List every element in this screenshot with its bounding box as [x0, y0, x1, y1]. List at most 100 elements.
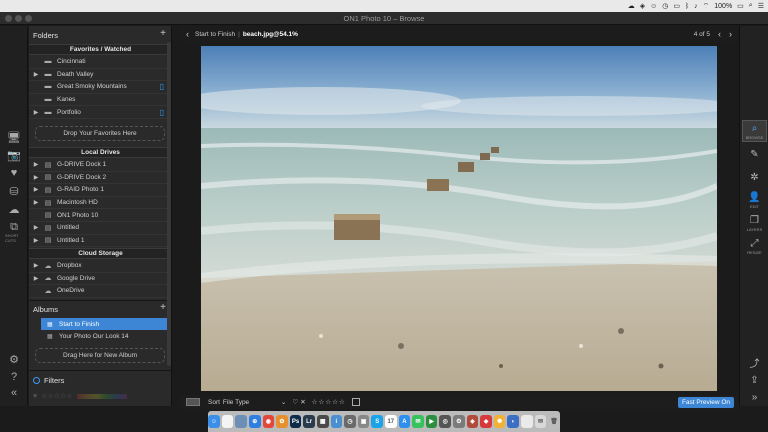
- timer-icon[interactable]: ◷: [662, 2, 668, 10]
- folder-row[interactable]: ▶ ▤ Untitled: [29, 222, 171, 235]
- dropbox-icon[interactable]: ◈: [640, 2, 645, 10]
- messages-icon[interactable]: ✉: [412, 415, 424, 428]
- camera-icon[interactable]: 📷: [5, 148, 23, 162]
- reject-x-icon[interactable]: ✕: [300, 398, 305, 406]
- expand-arrow-icon[interactable]: ▶: [31, 275, 41, 282]
- folder-row[interactable]: ▬ Cincinnati: [29, 56, 171, 69]
- folder-row[interactable]: ☁ OneDrive: [29, 285, 171, 298]
- album-item[interactable]: ▦ Your Photo Our Look 14: [41, 330, 170, 342]
- color-label-icon[interactable]: [351, 398, 360, 406]
- bluetooth-icon[interactable]: ᛒ: [685, 3, 689, 10]
- minimize-window-button[interactable]: [15, 15, 22, 22]
- shortcuts-icon[interactable]: ⧉ SHORT CUTS: [5, 220, 23, 244]
- facetime-icon[interactable]: ▶: [425, 415, 438, 428]
- expand-arrow-icon[interactable]: ▶: [31, 161, 41, 168]
- expand-arrow-icon[interactable]: ▶: [31, 174, 41, 181]
- mail-icon[interactable]: ✉: [534, 415, 547, 428]
- album-item[interactable]: ▦ Start to Finish: [41, 318, 170, 330]
- filter-heart-icon[interactable]: ♥: [33, 393, 37, 400]
- folder-row[interactable]: ▶ ☁ Google Drive: [29, 273, 171, 286]
- new-album-drop-zone[interactable]: Drag Here for New Album: [35, 348, 165, 363]
- screen-icon[interactable]: ◐: [507, 415, 520, 428]
- volume-icon[interactable]: ♪: [694, 3, 698, 10]
- folder-row[interactable]: ▶ ▤ Macintosh HD: [29, 197, 171, 210]
- mobile-device-icon[interactable]: ▯: [160, 108, 164, 117]
- folder-row[interactable]: ▶ ▤ G-RAID Photo 1: [29, 184, 171, 197]
- layers-icon[interactable]: ❐ LAYERS: [742, 212, 767, 234]
- photo-preview[interactable]: [201, 46, 717, 391]
- cloud-sync-icon[interactable]: ☁: [628, 2, 635, 10]
- collapse-panel-icon[interactable]: «: [5, 386, 23, 400]
- expand-arrow-icon[interactable]: ▶: [31, 224, 41, 231]
- photo-app-icon[interactable]: ▣: [357, 415, 370, 428]
- add-folder-icon[interactable]: +: [160, 28, 166, 39]
- expand-arrow-icon[interactable]: ▶: [31, 71, 41, 78]
- folder-row[interactable]: ▶ ▬ Death Valley: [29, 69, 171, 82]
- heart-icon[interactable]: ♡: [292, 398, 298, 406]
- sparkle-icon[interactable]: ✺: [493, 415, 506, 428]
- chevron-down-icon[interactable]: ⌄: [281, 398, 286, 406]
- folder-row[interactable]: ▶ ▤ Untitled 1: [29, 235, 171, 248]
- panel-scrollbar[interactable]: [167, 42, 171, 366]
- prev-image-chevron-icon[interactable]: ‹: [718, 29, 721, 39]
- sort-select[interactable]: File Type: [223, 399, 281, 406]
- expand-arrow-icon[interactable]: ▶: [31, 109, 41, 116]
- appstore-icon[interactable]: A: [398, 415, 411, 428]
- safari-icon[interactable]: ⊕: [248, 415, 261, 428]
- palette-icon[interactable]: ◈: [466, 415, 479, 428]
- preferences-icon[interactable]: ⚙: [453, 415, 465, 428]
- folder-row[interactable]: ▤ ON1 Photo 10: [29, 209, 171, 222]
- preview-icon[interactable]: [235, 415, 247, 428]
- calendar-icon[interactable]: 17: [385, 415, 397, 428]
- finder-icon[interactable]: ☺: [208, 415, 220, 428]
- folder-row[interactable]: ▬ Kanes: [29, 94, 171, 107]
- help-icon[interactable]: ?: [5, 370, 23, 384]
- drop-favorites-zone[interactable]: Drop Your Favorites Here: [35, 126, 165, 141]
- battery-icon[interactable]: ▭: [737, 2, 744, 10]
- mobile-device-icon[interactable]: ▯: [160, 82, 164, 91]
- photoshop-icon[interactable]: Ps: [289, 415, 302, 428]
- next-image-chevron-icon[interactable]: ›: [729, 29, 732, 39]
- photos-icon[interactable]: ✿: [276, 415, 288, 428]
- thumbnail-size-icon[interactable]: [186, 398, 200, 406]
- user-icon[interactable]: ☺: [650, 3, 657, 10]
- dial-icon[interactable]: ◎: [439, 415, 452, 428]
- portrait-icon[interactable]: 👤 EDIT: [742, 189, 767, 211]
- drive-icon[interactable]: ⛁: [5, 184, 23, 198]
- clock-icon[interactable]: ◷: [344, 415, 356, 428]
- back-chevron-icon[interactable]: ‹: [186, 29, 189, 39]
- fast-preview-button[interactable]: Fast Preview On: [677, 396, 734, 408]
- expand-arrow-icon[interactable]: ▶: [31, 237, 41, 244]
- gallery-icon[interactable]: ▦: [316, 415, 329, 428]
- lightroom-icon[interactable]: Lr: [303, 415, 315, 428]
- rating-stars[interactable]: ☆☆☆☆☆: [312, 398, 346, 406]
- heart-folder-icon[interactable]: ♥: [5, 166, 23, 180]
- folder-row[interactable]: ▶ ☁ Dropbox: [29, 260, 171, 273]
- filter-stars-icon[interactable]: ☆☆☆☆☆: [41, 392, 72, 400]
- resize-icon[interactable]: ⤢ RESIZE: [742, 235, 767, 257]
- expand-arrow-icon[interactable]: ▶: [31, 199, 41, 206]
- notes-icon[interactable]: [221, 415, 234, 428]
- computer-icon[interactable]: 🖥: [5, 130, 23, 144]
- cloud-icon[interactable]: ☁: [5, 202, 23, 216]
- skype-icon[interactable]: S: [371, 415, 383, 428]
- zoom-window-button[interactable]: [25, 15, 32, 22]
- folder-row[interactable]: ▶ ▤ G-DRIVE Dock 1: [29, 159, 171, 172]
- info-icon[interactable]: i: [330, 415, 343, 428]
- folder-row[interactable]: ▶ ▬ Portfolio ▯: [29, 106, 171, 119]
- display-icon[interactable]: ▭: [673, 2, 680, 10]
- list-icon[interactable]: ☰: [758, 2, 764, 10]
- develop-icon[interactable]: ✎: [742, 143, 767, 165]
- folder-row[interactable]: ▬ Great Smoky Mountains ▯: [29, 81, 171, 94]
- wifi-icon[interactable]: ⌔: [703, 2, 710, 11]
- folder-row[interactable]: ▶ ▤ G-DRIVE Dock 2: [29, 172, 171, 185]
- gear-icon[interactable]: ⚙: [5, 352, 23, 366]
- chrome-icon[interactable]: ◉: [262, 415, 275, 428]
- collapse-right-icon[interactable]: »: [742, 386, 767, 408]
- trash-icon[interactable]: 🗑: [548, 415, 560, 428]
- path-album[interactable]: Start to Finish: [195, 31, 235, 38]
- search-icon[interactable]: ⌕: [749, 2, 753, 10]
- filters-header[interactable]: Filters: [29, 373, 171, 387]
- close-window-button[interactable]: [5, 15, 12, 22]
- on1-icon[interactable]: ◆: [480, 415, 492, 428]
